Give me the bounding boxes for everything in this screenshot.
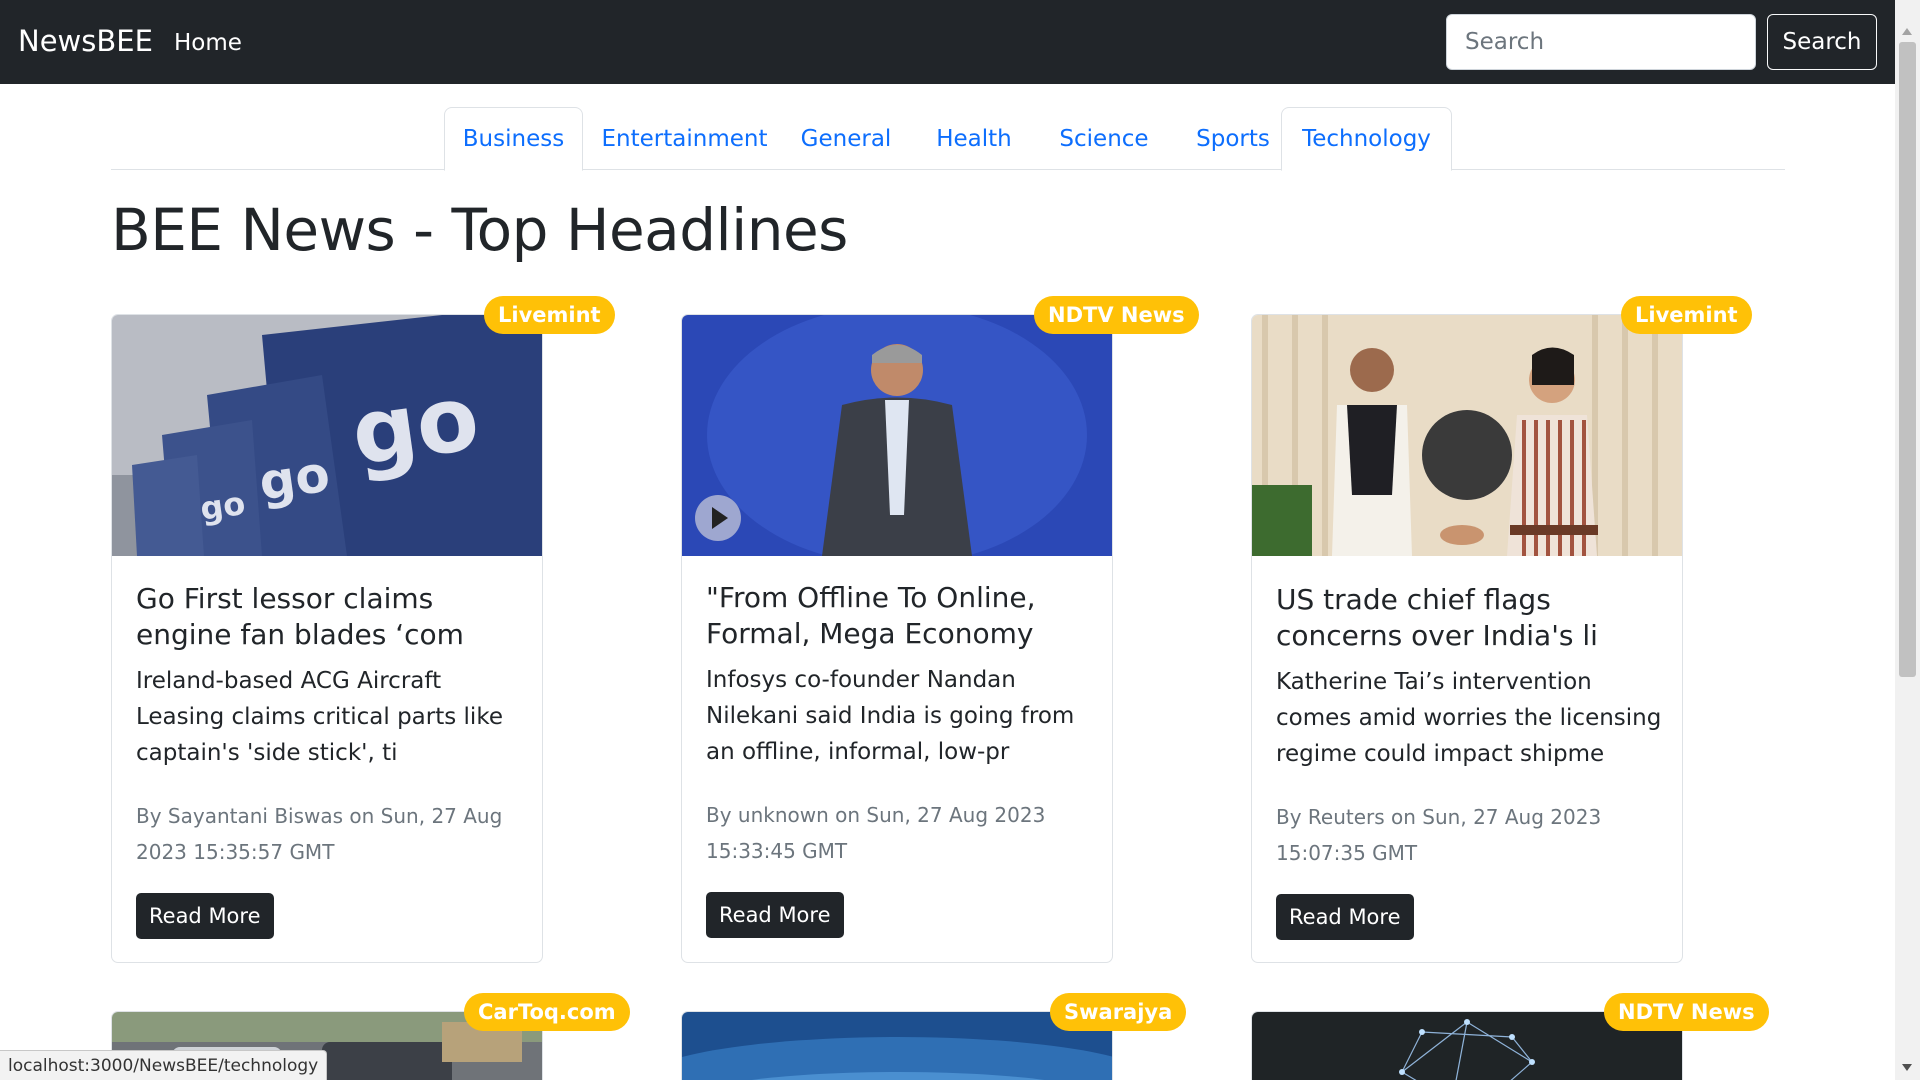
brand-logo[interactable]: NewsBEE xyxy=(18,24,153,59)
article-description: Katherine Tai’s intervention comes amid … xyxy=(1276,669,1662,767)
article-image: go go go xyxy=(112,315,542,556)
svg-text:go: go xyxy=(345,365,485,487)
nav-home-link[interactable]: Home xyxy=(174,30,242,58)
source-badge: Livemint xyxy=(484,296,615,334)
article-description: Infosys co-founder Nandan Nilekani said … xyxy=(706,667,1075,765)
article-image xyxy=(682,315,1112,556)
tab-technology[interactable]: Technology xyxy=(1281,107,1452,171)
source-badge: NDTV News xyxy=(1604,993,1769,1031)
svg-text:go: go xyxy=(198,484,248,528)
category-tabs: Business Entertainment General Health Sc… xyxy=(111,107,1785,171)
read-more-button[interactable]: Read More xyxy=(136,893,274,939)
source-badge: CarToq.com xyxy=(464,993,630,1031)
read-more-button[interactable]: Read More xyxy=(706,892,844,938)
article-title: "From Offline To Online, Formal, Mega Ec… xyxy=(706,581,1036,650)
article-title: US trade chief flags concerns over India… xyxy=(1276,583,1598,652)
tab-health[interactable]: Health xyxy=(919,107,1029,170)
article-title: Go First lessor claims engine fan blades… xyxy=(136,582,464,651)
sky-image xyxy=(682,1012,1112,1080)
tab-science[interactable]: Science xyxy=(1041,107,1167,170)
article-image xyxy=(1252,315,1682,556)
news-card-partial xyxy=(681,1011,1113,1080)
article-meta: By Reuters on Sun, 27 Aug 2023 15:07:35 … xyxy=(1276,805,1602,865)
source-badge: NDTV News xyxy=(1034,296,1199,334)
article-meta: By unknown on Sun, 27 Aug 2023 15:33:45 … xyxy=(706,803,1046,863)
tab-general[interactable]: General xyxy=(786,107,906,170)
scroll-down-arrow-icon[interactable] xyxy=(1902,1064,1912,1071)
article-description: Ireland-based ACG Aircraft Leasing claim… xyxy=(136,668,503,766)
top-navbar: NewsBEE Home Search Search xyxy=(0,0,1895,84)
tab-business[interactable]: Business xyxy=(444,107,583,171)
news-card: go go go Go First lessor claims engine f… xyxy=(111,314,543,963)
page-scrollbar[interactable] xyxy=(1895,0,1920,1080)
tab-sports[interactable]: Sports xyxy=(1179,107,1287,170)
search-input[interactable]: Search xyxy=(1446,14,1756,70)
source-badge: Livemint xyxy=(1621,296,1752,334)
speaker-image xyxy=(682,315,1112,556)
handshake-image xyxy=(1252,315,1682,556)
tab-entertainment[interactable]: Entertainment xyxy=(593,107,776,170)
search-button[interactable]: Search xyxy=(1767,14,1877,70)
news-card: "From Offline To Online, Formal, Mega Ec… xyxy=(681,314,1113,963)
article-meta: By Sayantani Biswas on Sun, 27 Aug 2023 … xyxy=(136,804,503,864)
link-status-bar: localhost:3000/NewsBEE/technology xyxy=(0,1050,328,1080)
source-badge: Swarajya xyxy=(1050,993,1187,1031)
page-title: BEE News - Top Headlines xyxy=(111,196,848,264)
scrollbar-thumb[interactable] xyxy=(1899,42,1916,677)
svg-text:go: go xyxy=(256,445,334,512)
scroll-up-arrow-icon[interactable] xyxy=(1902,28,1912,35)
news-card: US trade chief flags concerns over India… xyxy=(1251,314,1683,963)
airplane-tails-image: go go go xyxy=(112,315,542,556)
read-more-button[interactable]: Read More xyxy=(1276,894,1414,940)
